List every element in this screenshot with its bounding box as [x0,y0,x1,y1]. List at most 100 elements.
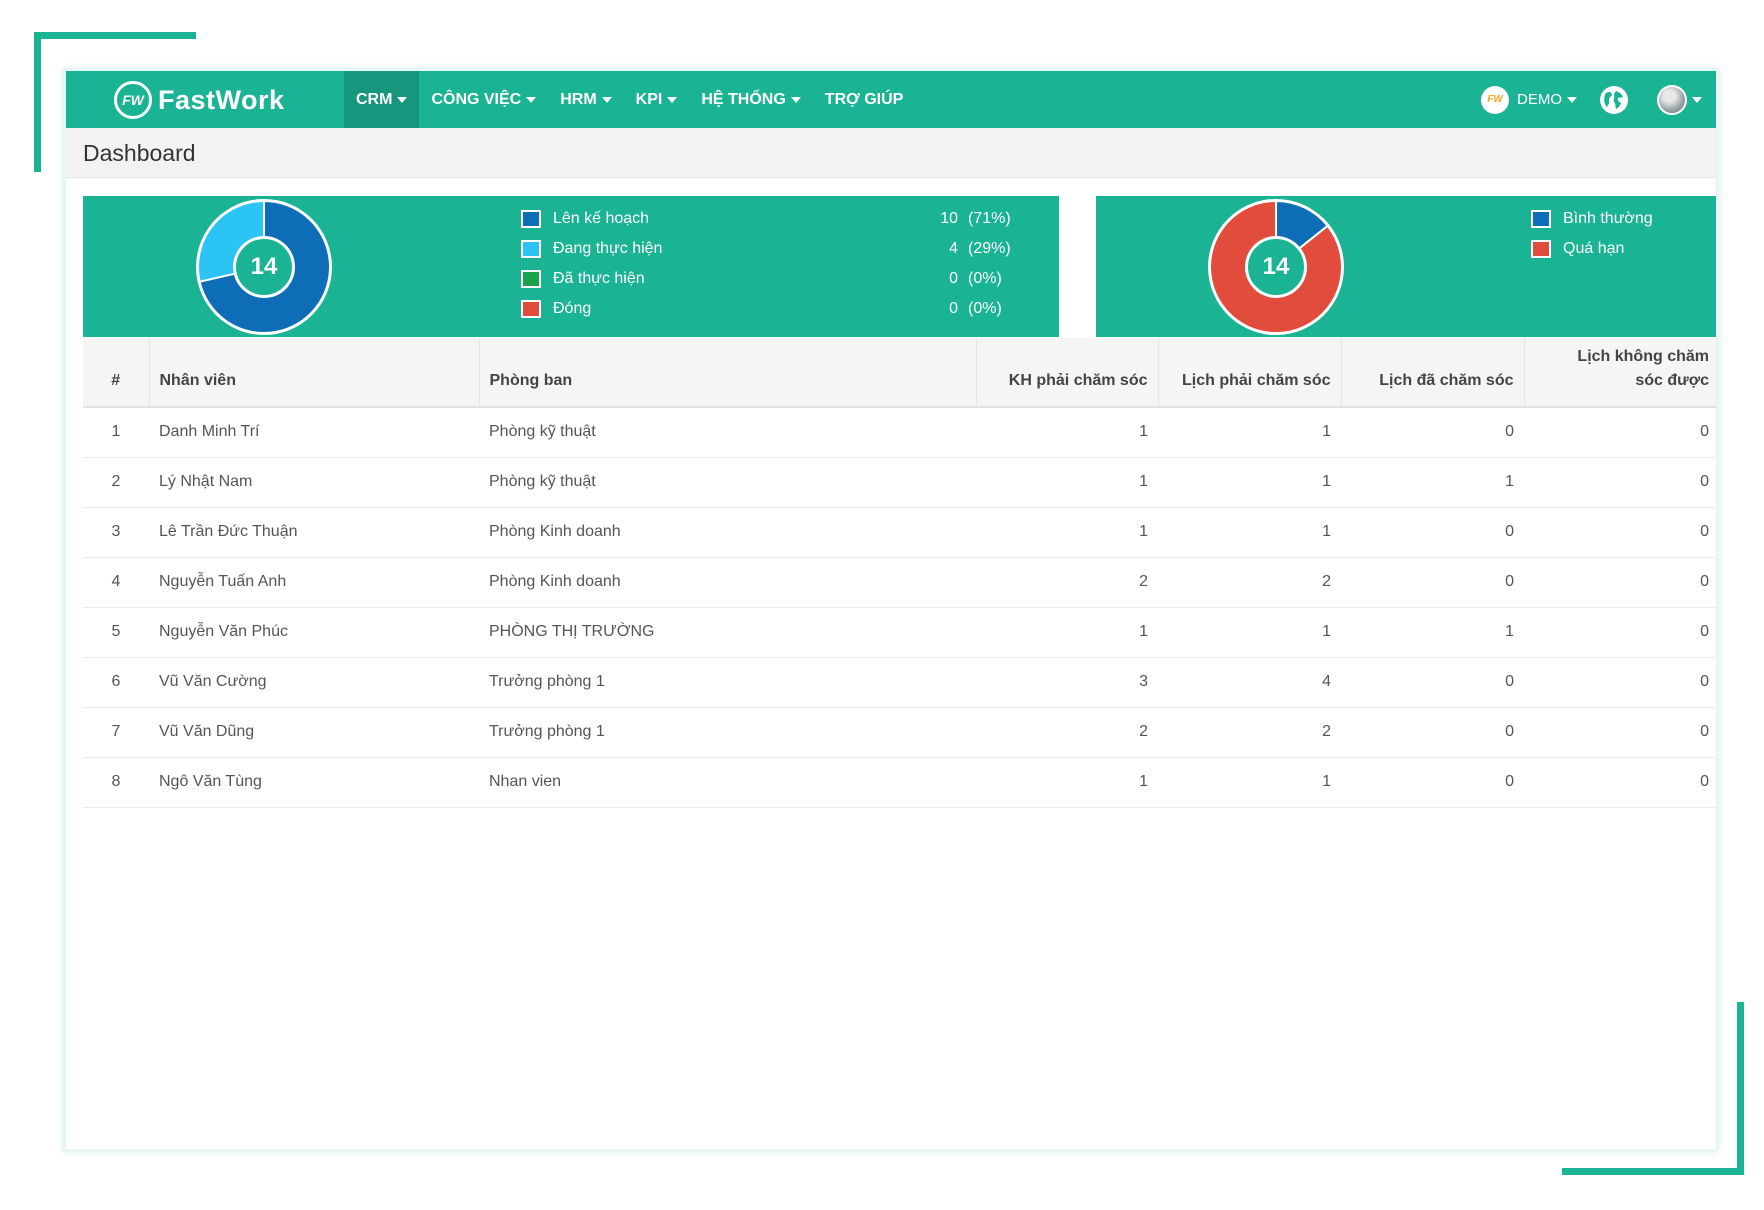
cell-schedules-missed: 0 [1524,607,1716,658]
legend-percent: (71%) [968,210,1011,227]
cell-schedules-to-care: 1 [1158,507,1341,558]
cell-customers-to-care: 1 [976,757,1158,808]
status-summary-panel: 14 Lên kế hoạch 10 (71%) Đang thực hiện … [83,196,1059,337]
table-row[interactable]: 1 Danh Minh Trí Phòng kỹ thuật 1 1 0 0 [83,407,1716,458]
cell-schedules-to-care: 1 [1158,757,1341,808]
column-header-schedules-missed[interactable]: Lịch không chăm sóc được [1524,338,1716,408]
table-header-row: # Nhân viên Phòng ban KH phải chăm sóc L… [83,338,1716,408]
legend-swatch [521,300,541,318]
legend-item[interactable]: Đã thực hiện 0 (0%) [521,264,1011,294]
main-menu: CRM CÔNG VIỆC HRM KPI HỆ THỐNG TRỢ GIÚP [344,71,915,128]
legend-item[interactable]: Lên kế hoạch 10 (71%) [521,204,1011,234]
cell-schedules-missed: 0 [1524,707,1716,758]
brand-logo-link[interactable]: FW FastWork [114,80,285,120]
cell-index: 5 [83,607,149,658]
column-header-employee[interactable]: Nhân viên [149,338,480,408]
caret-down-icon [790,96,801,103]
menu-item-crm[interactable]: CRM [344,71,420,128]
cell-index: 4 [83,557,149,608]
cell-department: Trưởng phòng 1 [479,707,976,758]
navbar-right: FW DEMO [1481,71,1716,128]
column-header-schedules-to-care[interactable]: Lịch phải chăm sóc [1158,338,1342,408]
column-header-department[interactable]: Phòng ban [479,338,977,408]
cell-index: 6 [83,657,149,708]
decorative-frame-corner [1562,1168,1744,1175]
cell-department: Phòng Kinh doanh [479,507,976,558]
cell-index: 2 [83,457,149,508]
user-avatar [1657,84,1687,115]
cell-employee: Lê Trần Đức Thuận [149,507,479,558]
cell-schedules-missed: 0 [1524,407,1716,458]
legend-item[interactable]: Bình thường [1531,204,1653,234]
menu-item-label: TRỢ GIÚP [824,90,904,108]
header-line: Lịch không chăm [1577,348,1709,365]
menu-item-label: KPI [635,90,663,108]
menu-item-tro-giup[interactable]: TRỢ GIÚP [813,71,916,128]
cell-schedules-missed: 0 [1524,507,1716,558]
cell-department: Phòng kỹ thuật [479,457,976,508]
decorative-frame-corner [34,32,41,172]
legend-count: 10 [940,210,958,227]
cell-schedules-done: 0 [1341,757,1524,808]
table-row[interactable]: 7 Vũ Văn Dũng Trưởng phòng 1 2 2 0 0 [83,707,1716,758]
column-header-customers-to-care[interactable]: KH phải chăm sóc [976,338,1159,408]
column-header-index[interactable]: # [83,338,150,408]
company-name: DEMO [1517,91,1562,108]
column-header-schedules-done[interactable]: Lịch đã chăm sóc [1341,338,1525,408]
cell-employee: Nguyễn Tuấn Anh [149,557,479,608]
menu-item-he-thong[interactable]: HỆ THỐNG [689,71,812,128]
table-row[interactable]: 2 Lý Nhật Nam Phòng kỹ thuật 1 1 1 0 [83,457,1716,508]
table-row[interactable]: 8 Ngô Văn Tùng Nhan vien 1 1 0 0 [83,757,1716,808]
legend-count: 4 [949,240,958,257]
company-switcher[interactable]: FW DEMO [1481,85,1577,114]
cell-employee: Danh Minh Trí [149,407,479,458]
deadline-legend: Bình thường Quá hạn [1531,204,1653,264]
legend-swatch [521,240,541,258]
legend-count: 0 [949,300,958,317]
cell-department: Trưởng phòng 1 [479,657,976,708]
cell-schedules-missed: 0 [1524,457,1716,508]
menu-item-cong-viec[interactable]: CÔNG VIỆC [419,71,548,128]
cell-customers-to-care: 1 [976,607,1158,658]
table-row[interactable]: 6 Vũ Văn Cường Trưởng phòng 1 3 4 0 0 [83,657,1716,708]
globe-icon[interactable] [1599,85,1629,115]
cell-schedules-done: 1 [1341,457,1524,508]
table-row[interactable]: 5 Nguyễn Văn Phúc PHÒNG THỊ TRƯỜNG 1 1 1… [83,607,1716,658]
fastwork-logo-icon: FW [114,81,152,119]
cell-schedules-to-care: 1 [1158,407,1341,458]
cell-employee: Vũ Văn Dũng [149,707,479,758]
page-header: Dashboard [66,128,1716,178]
menu-item-label: HRM [560,90,597,108]
cell-schedules-done: 0 [1341,507,1524,558]
user-menu[interactable] [1657,84,1702,115]
status-donut-total: 14 [250,253,278,280]
legend-item[interactable]: Đang thực hiện 4 (29%) [521,234,1011,264]
cell-customers-to-care: 1 [976,457,1158,508]
header-line: sóc được [1635,372,1709,389]
legend-swatch [521,270,541,288]
cell-employee: Ngô Văn Tùng [149,757,479,808]
legend-item[interactable]: Đóng 0 (0%) [521,294,1011,324]
legend-item[interactable]: Quá hạn [1531,234,1653,264]
cell-employee: Nguyễn Văn Phúc [149,607,479,658]
cell-customers-to-care: 3 [976,657,1158,708]
page-title: Dashboard [83,140,196,166]
menu-item-hrm[interactable]: HRM [548,71,623,128]
cell-schedules-missed: 0 [1524,557,1716,608]
caret-down-icon [601,96,612,103]
status-donut-chart: 14 [195,198,333,336]
menu-item-label: CRM [356,90,393,108]
app-window: FW FastWork CRM CÔNG VIỆC HRM KPI HỆ THỐ… [63,68,1719,1152]
cell-index: 7 [83,707,149,758]
legend-label: Bình thường [1563,210,1653,227]
deadline-donut-total: 14 [1262,253,1290,280]
legend-count: 0 [949,270,958,287]
cell-customers-to-care: 1 [976,507,1158,558]
table-row[interactable]: 3 Lê Trần Đức Thuận Phòng Kinh doanh 1 1… [83,507,1716,558]
cell-schedules-done: 0 [1341,657,1524,708]
deadline-summary-panel: 14 Bình thường Quá hạn [1096,196,1716,337]
menu-item-kpi[interactable]: KPI [624,71,690,128]
cell-department: Phòng kỹ thuật [479,407,976,458]
cell-schedules-missed: 0 [1524,657,1716,708]
table-row[interactable]: 4 Nguyễn Tuấn Anh Phòng Kinh doanh 2 2 0… [83,557,1716,608]
